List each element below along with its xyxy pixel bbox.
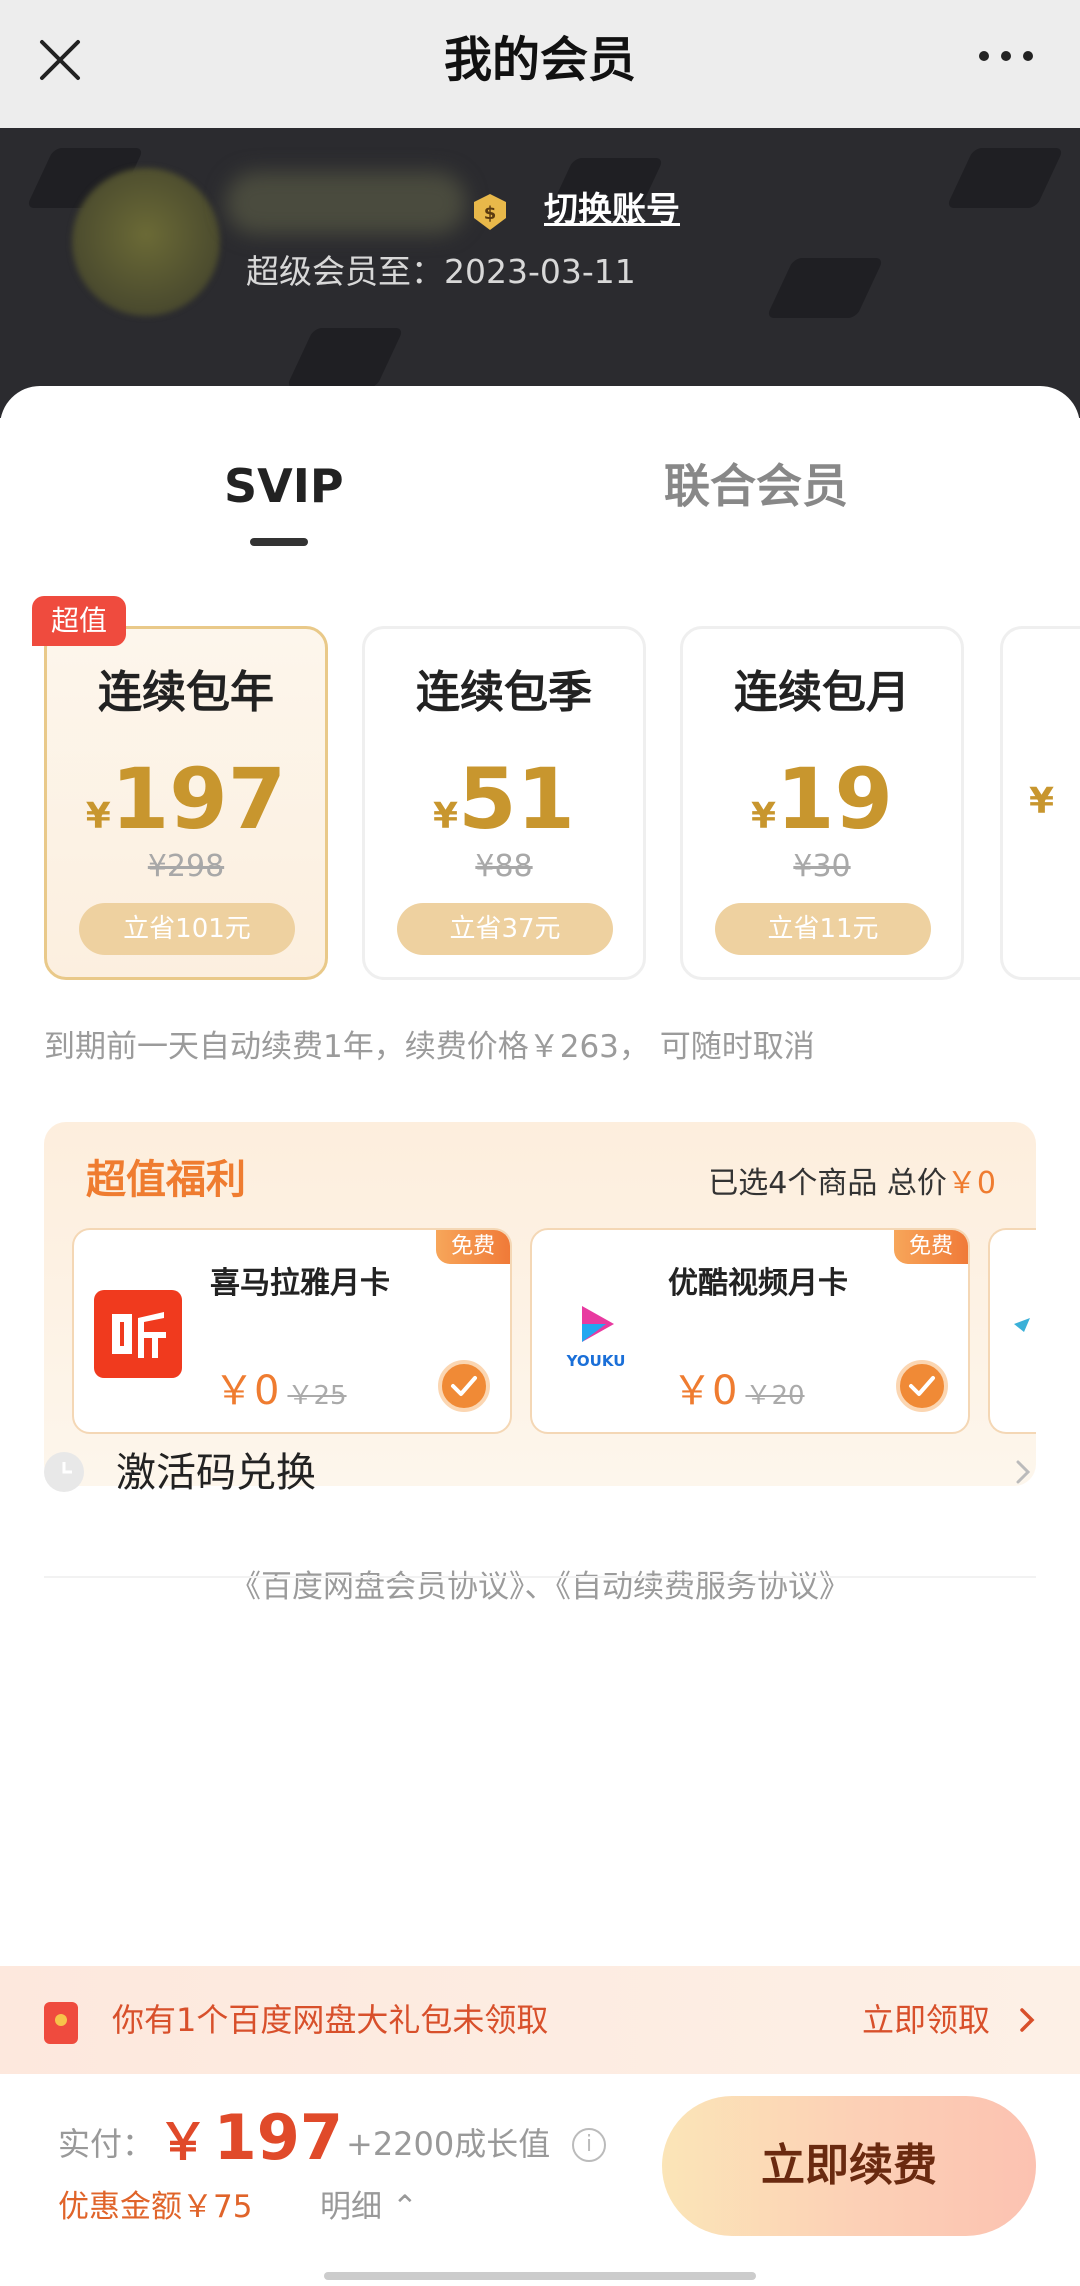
plan-original-price: ¥298 [147,849,225,884]
plan-name: 连续包年 [98,667,274,718]
benefit-card-partial[interactable] [988,1228,1036,1434]
tab-indicator [250,538,308,546]
check-icon [451,1376,477,1396]
divider [44,1576,1036,1578]
youku-logo-icon: YOUKU [566,1306,626,1370]
renew-button[interactable]: 立即续费 [662,2096,1036,2236]
check-icon [909,1376,935,1396]
red-packet-icon [44,2002,78,2044]
bg-pattern [946,148,1064,208]
svg-text:YOUKU: YOUKU [566,1352,626,1370]
chevron-right-icon [1020,2008,1035,2032]
benefits-title: 超值福利 [86,1157,246,1203]
free-tag: 免费 [436,1230,510,1264]
claim-button[interactable]: 立即领取 [862,1996,990,2044]
benefits-summary: 已选4个商品 总价￥0 [708,1166,996,1201]
checkbox-checked[interactable] [438,1360,490,1412]
plan-save-badge: 立省37元 [397,903,613,955]
plan-original-price: ¥30 [793,849,851,884]
tab-joint-membership[interactable]: 联合会员 [664,456,848,516]
svip-badge-icon: $ [474,194,506,230]
plan-name: 连续包季 [416,667,592,718]
more-icon[interactable] [976,44,1036,68]
switch-account-link[interactable]: 切换账号 [544,186,680,234]
plan-save-badge: 立省101元 [79,903,295,955]
agreements-link[interactable]: 《百度网盘会员协议》、《自动续费服务协议》 [0,1564,1080,1610]
benefit-name: 喜马拉雅月卡 [210,1266,390,1301]
partial-logo-icon [1014,1318,1030,1332]
nav-bar: 我的会员 [0,0,1080,128]
info-icon[interactable]: i [572,2128,606,2162]
plan-card-yearly[interactable]: 连续包年 ¥197 ¥298 立省101元 [44,626,328,980]
expire-text: 超级会员至：2023-03-11 [246,252,636,291]
chevron-right-icon [1016,1460,1031,1484]
plan-save-badge: 立省11元 [715,903,931,955]
gift-banner[interactable]: 你有1个百度网盘大礼包未领取 立即领取 [0,1966,1080,2074]
page-title: 我的会员 [443,32,636,88]
detail-toggle[interactable]: 明细 ⌃ [320,2184,418,2230]
auto-renew-note: 到期前一天自动续费1年，续费价格￥263， 可随时取消 [44,1029,815,1065]
activation-label: 激活码兑换 [116,1450,316,1496]
benefit-card-youku[interactable]: YOUKU 优酷视频月卡 ￥0 ￥20 免费 [530,1228,970,1434]
growth-value: +2200成长值 [346,2125,551,2163]
plan-original-price: ¥88 [475,849,533,884]
bg-pattern [766,258,884,318]
avatar[interactable] [72,168,220,316]
clock-icon [44,1452,84,1492]
free-tag: 免费 [894,1230,968,1264]
ximalaya-logo-icon [94,1290,182,1378]
benefit-card-ximalaya[interactable]: 喜马拉雅月卡 ￥0 ￥25 免费 [72,1228,512,1434]
discount-amount: 优惠金额￥75 [58,2189,253,2225]
plan-card-monthly[interactable]: 连续包月 ¥19 ¥30 立省11元 [680,626,964,980]
activation-code-row[interactable]: 激活码兑换 [0,1408,1080,1538]
pay-label: 实付： [58,2125,155,2163]
username-blurred [226,172,466,234]
best-value-tag: 超值 [32,596,126,646]
home-indicator [324,2272,756,2280]
plan-name: 连续包月 [734,667,910,718]
svg-text:$: $ [484,203,497,224]
bg-pattern [286,328,404,388]
profile-header: $ 切换账号 超级会员至：2023-03-11 [0,128,1080,418]
plan-currency: ¥ [1029,781,1055,822]
benefit-name: 优酷视频月卡 [668,1266,848,1301]
checkout-bar: 实付： ￥ 197 +2200成长值 i 优惠金额￥75 明细 ⌃ 立即续费 [0,2074,1080,2286]
checkbox-checked[interactable] [896,1360,948,1412]
plan-card-quarterly[interactable]: 连续包季 ¥51 ¥88 立省37元 [362,626,646,980]
tab-svip[interactable]: SVIP [224,456,344,516]
plan-card-partial[interactable]: ¥ [1000,626,1080,980]
pay-amount: ￥ 197 [158,2101,343,2174]
gift-text: 你有1个百度网盘大礼包未领取 [112,2001,549,2039]
